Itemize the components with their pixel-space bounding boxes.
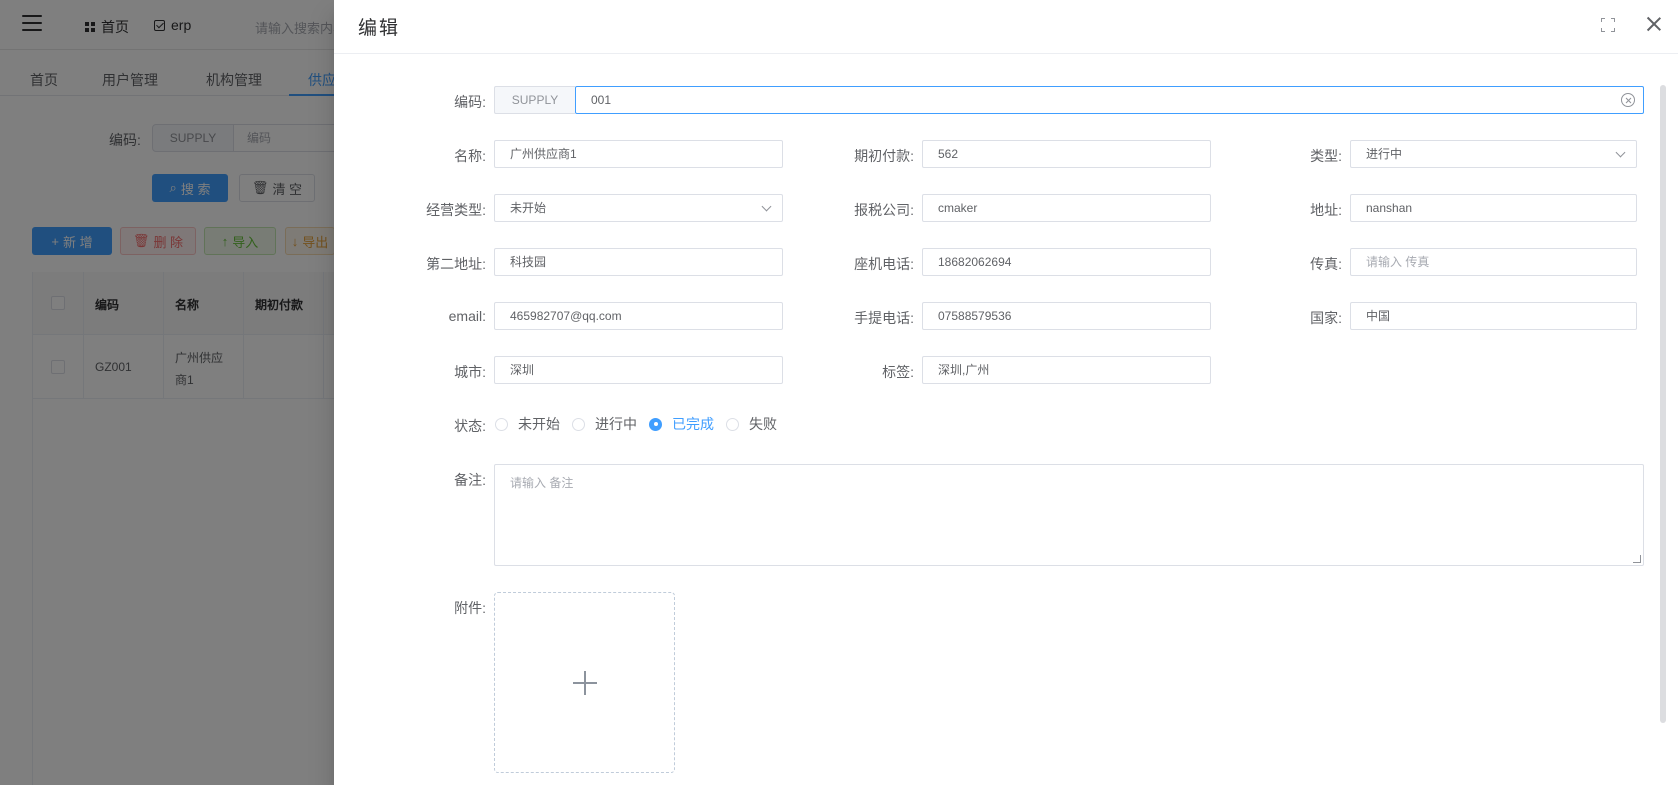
initial-payment-label: 期初付款: xyxy=(854,148,914,164)
city-label: 城市: xyxy=(454,364,486,380)
status-radio-not-started[interactable]: 未开始 xyxy=(495,414,560,434)
tags-label: 标签: xyxy=(882,364,914,380)
country-label: 国家: xyxy=(1310,310,1342,326)
remark-textarea[interactable]: 请输入 备注 xyxy=(494,464,1644,566)
type-select[interactable]: 进行中 xyxy=(1350,140,1637,168)
resize-handle[interactable] xyxy=(1633,555,1641,563)
code-label: 编码: xyxy=(454,94,486,110)
tags-input[interactable]: 深圳,广州 xyxy=(922,356,1211,384)
status-radio-completed[interactable]: 已完成 xyxy=(649,414,714,434)
fullscreen-icon[interactable] xyxy=(1601,18,1615,32)
code-value: 001 xyxy=(591,93,612,107)
address-label: 地址: xyxy=(1310,202,1342,218)
mobile-input[interactable]: 07588579536 xyxy=(922,302,1211,330)
status-option-label: 已完成 xyxy=(672,416,714,432)
status-radio-failed[interactable]: 失败 xyxy=(726,414,777,434)
email-label: email: xyxy=(448,308,486,324)
close-icon[interactable] xyxy=(1645,15,1663,33)
address2-label: 第二地址: xyxy=(426,256,486,272)
code-input[interactable]: 001 xyxy=(575,86,1644,114)
attachment-label: 附件: xyxy=(454,600,486,616)
status-radio-group: 未开始 进行中 已完成 失败 xyxy=(495,414,789,434)
chevron-down-icon xyxy=(1615,147,1626,158)
business-type-select[interactable]: 未开始 xyxy=(494,194,783,222)
circle-close-icon[interactable] xyxy=(1621,93,1635,107)
remark-label: 备注: xyxy=(454,472,486,488)
address-input[interactable]: nanshan xyxy=(1350,194,1637,222)
business-type-label: 经营类型: xyxy=(426,202,486,218)
fax-label: 传真: xyxy=(1310,256,1342,272)
code-prefix: SUPPLY xyxy=(494,86,575,114)
phone-input[interactable]: 18682062694 xyxy=(922,248,1211,276)
plus-icon xyxy=(573,671,597,695)
name-label: 名称: xyxy=(454,148,486,164)
remark-placeholder: 请输入 备注 xyxy=(510,476,574,490)
edit-drawer: 编辑 编码: SUPPLY 001 名称: 广州供应商1 期初付款: 562 类… xyxy=(334,0,1678,785)
tax-company-input[interactable]: cmaker xyxy=(922,194,1211,222)
fax-input[interactable]: 请输入 传真 xyxy=(1350,248,1637,276)
business-type-select-value: 未开始 xyxy=(510,201,547,215)
name-input[interactable]: 广州供应商1 xyxy=(494,140,783,168)
status-option-label: 进行中 xyxy=(595,416,637,432)
type-select-value: 进行中 xyxy=(1366,147,1403,161)
status-option-label: 未开始 xyxy=(518,416,560,432)
address2-input[interactable]: 科技园 xyxy=(494,248,783,276)
initial-payment-input[interactable]: 562 xyxy=(922,140,1211,168)
tax-company-label: 报税公司: xyxy=(854,202,914,218)
status-radio-in-progress[interactable]: 进行中 xyxy=(572,414,637,434)
chevron-down-icon xyxy=(761,201,772,212)
country-input[interactable]: 中国 xyxy=(1350,302,1637,330)
attachment-upload[interactable] xyxy=(494,592,675,773)
email-input[interactable]: 465982707@qq.com xyxy=(494,302,783,330)
type-label: 类型: xyxy=(1310,148,1342,164)
phone-label: 座机电话: xyxy=(854,256,914,272)
status-label: 状态: xyxy=(454,418,486,434)
radio-circle xyxy=(572,417,585,431)
drawer-header: 编辑 xyxy=(334,0,1678,54)
drawer-scrollbar[interactable] xyxy=(1660,85,1666,723)
radio-circle xyxy=(495,417,508,431)
drawer-title: 编辑 xyxy=(358,18,401,39)
radio-circle-checked xyxy=(649,417,662,431)
mobile-label: 手提电话: xyxy=(854,310,914,326)
city-input[interactable]: 深圳 xyxy=(494,356,783,384)
radio-circle xyxy=(726,417,739,431)
status-option-label: 失败 xyxy=(749,416,777,432)
